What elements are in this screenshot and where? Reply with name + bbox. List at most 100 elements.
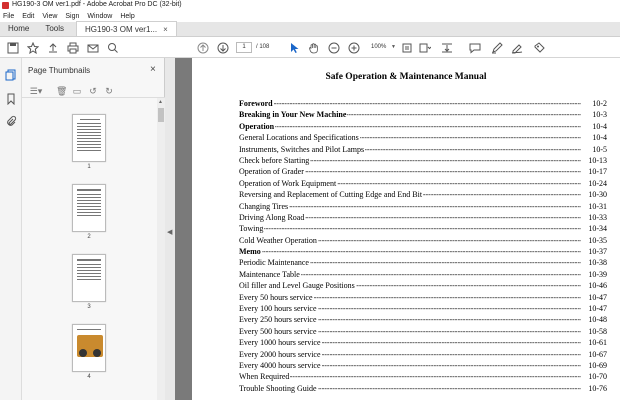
rotate-left-icon[interactable]: ↺ — [88, 86, 98, 96]
toc-entry[interactable]: ----------------------------------------… — [239, 246, 609, 258]
toc-entry-page: 10-37 — [586, 246, 607, 258]
hand-tool-icon[interactable] — [307, 41, 321, 55]
rotate-right-icon[interactable]: ↻ — [104, 86, 114, 96]
tab-home[interactable]: Home — [0, 21, 37, 36]
toc-entry[interactable]: ----------------------------------------… — [239, 348, 609, 360]
toc-entry[interactable]: ----------------------------------------… — [239, 211, 609, 224]
toc-entry-label: Operation of Work Equipment — [239, 178, 338, 188]
close-panel-icon[interactable]: × — [150, 64, 156, 75]
toc-entry[interactable]: ----------------------------------------… — [239, 143, 609, 155]
toc-entry[interactable]: ----------------------------------------… — [239, 200, 609, 212]
toc-entry[interactable]: ----------------------------------------… — [239, 371, 609, 383]
menu-file[interactable]: File — [3, 13, 14, 20]
toc-entry[interactable]: ----------------------------------------… — [239, 257, 609, 269]
toc-entry[interactable]: ----------------------------------------… — [239, 325, 609, 338]
menu-sign[interactable]: Sign — [65, 13, 79, 20]
panel-toolbar: ☰▾ 🗑 ▭ ↺ ↻ — [22, 84, 165, 98]
scroll-mode-icon[interactable] — [440, 41, 454, 55]
toc-entry[interactable]: ----------------------------------------… — [239, 109, 609, 121]
toc-entry-label: Every 100 hours service — [239, 304, 318, 314]
toc-entry-label: Every 1000 hours service — [239, 338, 322, 348]
toc-entry-page: 10-3 — [590, 109, 607, 121]
toc-entry[interactable]: ----------------------------------------… — [239, 314, 609, 326]
select-cursor-icon[interactable] — [287, 41, 301, 55]
document-title: Safe Operation & Maintenance Manual — [325, 72, 487, 82]
search-icon[interactable] — [106, 41, 120, 55]
previous-page-icon[interactable] — [196, 41, 210, 55]
toc-entry-label: Every 2000 hours service — [239, 349, 322, 359]
email-icon[interactable] — [86, 41, 100, 55]
tab-home-label: Home — [8, 24, 30, 33]
page-number-input[interactable]: 1 — [236, 42, 252, 53]
draw-freeform-icon[interactable] — [510, 41, 524, 55]
toc-entry[interactable]: ----------------------------------------… — [239, 223, 609, 235]
menu-window[interactable]: Window — [87, 13, 112, 20]
zoom-in-icon[interactable] — [347, 41, 361, 55]
page-display-icon[interactable] — [418, 41, 432, 55]
next-page-icon[interactable] — [216, 41, 230, 55]
toc-entry-page: 10-34 — [586, 223, 607, 235]
page-thumbnails-icon[interactable] — [5, 68, 17, 81]
toc-entry-label: Breaking in Your New Machine — [239, 110, 348, 120]
page-thumbnail[interactable] — [72, 254, 106, 302]
highlight-pen-icon[interactable] — [490, 41, 504, 55]
toc-entry[interactable]: ----------------------------------------… — [239, 189, 609, 201]
menu-edit[interactable]: Edit — [22, 13, 34, 20]
menu-help[interactable]: Help — [120, 13, 134, 20]
toc-entry[interactable]: ----------------------------------------… — [239, 132, 609, 144]
page-thumbnail[interactable] — [72, 324, 106, 372]
toc-entry-page: 10-47 — [586, 303, 607, 315]
toc-entry[interactable]: ----------------------------------------… — [239, 303, 609, 315]
tab-tools[interactable]: Tools — [37, 21, 72, 36]
attachments-paperclip-icon[interactable] — [5, 114, 17, 126]
print-icon[interactable] — [66, 41, 80, 55]
panel-splitter[interactable]: ◀ — [165, 58, 175, 400]
document-viewer[interactable]: Safe Operation & Maintenance Manual ----… — [175, 58, 620, 400]
scrollbar-thumb[interactable] — [158, 108, 164, 122]
bookmarks-icon[interactable] — [5, 92, 17, 106]
tab-document[interactable]: HG190-3 OM ver1... × — [76, 21, 177, 36]
toc-entry[interactable]: ----------------------------------------… — [239, 166, 609, 178]
toc-entry[interactable]: ----------------------------------------… — [239, 291, 609, 304]
bookmark-star-icon[interactable] — [26, 41, 40, 55]
tab-tools-label: Tools — [45, 24, 65, 33]
page-thumbnail[interactable] — [72, 114, 106, 162]
zoom-out-icon[interactable] — [327, 41, 341, 55]
toc-entry[interactable]: ----------------------------------------… — [239, 234, 609, 247]
toc-entry[interactable]: ----------------------------------------… — [239, 98, 609, 110]
save-icon[interactable] — [6, 41, 20, 55]
fill-and-sign-icon[interactable] — [532, 41, 546, 55]
toc-entry-page: 10-13 — [586, 154, 607, 167]
toc-entry-label: When Required — [239, 372, 291, 382]
toc-entry[interactable]: ----------------------------------------… — [239, 177, 609, 190]
scroll-up-arrow-icon[interactable]: ▲ — [158, 99, 163, 105]
toc-entry-label: Every 50 hours service — [239, 292, 314, 302]
insert-page-icon[interactable]: ▭ — [72, 86, 82, 96]
toc-entry[interactable]: ----------------------------------------… — [239, 154, 609, 167]
comment-icon[interactable] — [468, 41, 482, 55]
collapse-panel-arrow-icon[interactable]: ◀ — [167, 228, 172, 236]
toc-entry[interactable]: ----------------------------------------… — [239, 120, 609, 133]
fit-page-icon[interactable] — [400, 41, 414, 55]
delete-page-icon[interactable]: 🗑 — [56, 86, 67, 96]
toc-entry[interactable]: ----------------------------------------… — [239, 359, 609, 372]
toc-entry-label: Driving Along Road — [239, 212, 306, 222]
upload-share-icon[interactable] — [46, 41, 60, 55]
zoom-level-select[interactable]: 100% ▼ — [371, 42, 397, 53]
toc-entry[interactable]: ----------------------------------------… — [239, 337, 609, 349]
toc-entry-label: Trouble Shooting Guide — [239, 383, 318, 393]
toc-entry[interactable]: ----------------------------------------… — [239, 382, 609, 395]
thumbnail-scrollbar[interactable]: ▲ — [157, 98, 165, 400]
toc-entry-page: 10-17 — [586, 166, 607, 178]
toc-entry-label: Maintenance Table — [239, 269, 301, 279]
menu-view[interactable]: View — [42, 13, 57, 20]
options-menu-icon[interactable]: ☰▾ — [28, 86, 44, 96]
toc-entry-label: Cold Weather Operation — [239, 235, 318, 245]
toc-entry-page: 10-35 — [586, 234, 607, 247]
thumbnail-label: 1 — [87, 164, 91, 170]
toc-entry-page: 10-48 — [586, 314, 607, 326]
page-thumbnail[interactable] — [72, 184, 106, 232]
toc-entry[interactable]: ----------------------------------------… — [239, 280, 609, 292]
close-tab-icon[interactable]: × — [163, 25, 168, 34]
toc-entry[interactable]: ----------------------------------------… — [239, 268, 609, 281]
